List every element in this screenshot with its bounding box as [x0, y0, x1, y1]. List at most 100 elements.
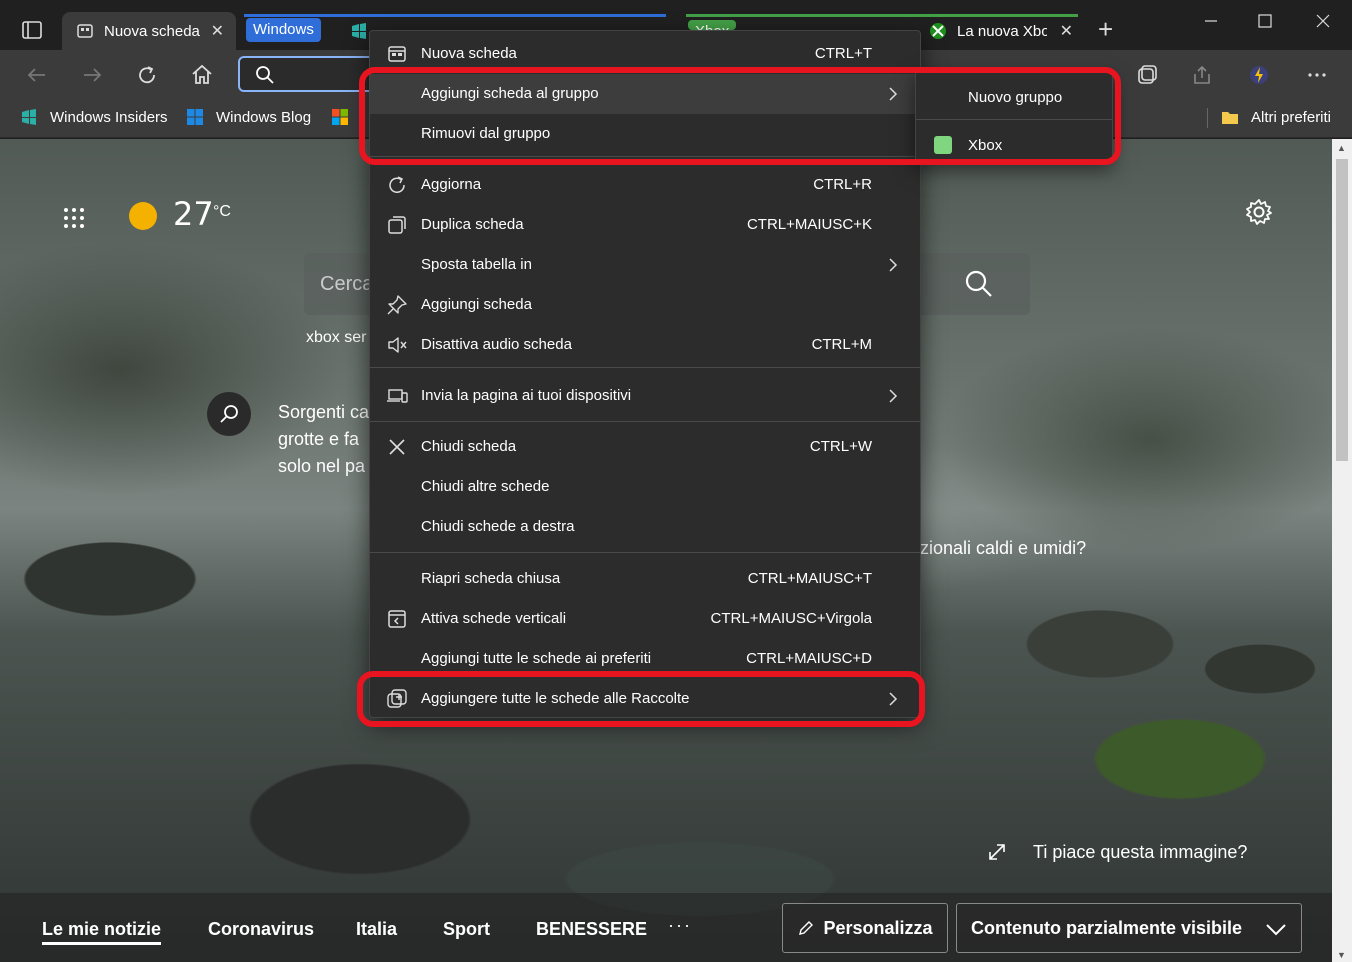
submenu-separator	[916, 119, 1112, 120]
new-tab-favicon-icon	[77, 24, 93, 38]
menu-item-shortcut: CTRL+MAIUSC+D	[746, 650, 872, 667]
performance-icon[interactable]	[1248, 64, 1270, 86]
menu-item-move-tab[interactable]: Sposta tabella in	[370, 245, 920, 285]
page-scrollbar[interactable]: ▲ ▼	[1332, 139, 1352, 962]
share-icon[interactable]	[1191, 64, 1213, 86]
menu-item-label: Attiva schede verticali	[421, 610, 567, 627]
news-tab-benessere[interactable]: BENESSERE	[536, 919, 647, 940]
windows-insider-icon	[22, 109, 36, 125]
windows-logo-icon	[187, 109, 203, 125]
tab-windows-insider[interactable]	[336, 12, 368, 50]
menu-item-label: Disattiva audio scheda	[421, 336, 572, 353]
minimize-icon[interactable]	[1188, 6, 1234, 36]
search-icon[interactable]	[964, 269, 994, 299]
favorite-microsoft[interactable]	[331, 108, 361, 126]
menu-item-add-to-group[interactable]: Aggiungi scheda al gruppo	[370, 74, 920, 114]
trending-search-link[interactable]: xbox ser	[306, 329, 366, 347]
vertical-tabs-icon	[388, 610, 406, 628]
pencil-icon	[799, 921, 814, 935]
menu-item-refresh[interactable]: Aggiorna CTRL+R	[370, 165, 920, 205]
chevron-right-icon	[889, 389, 898, 403]
tab-new-tab[interactable]: Nuova scheda ✕	[62, 12, 236, 50]
tab-context-menu: Nuova scheda CTRL+T Aggiungi scheda al g…	[369, 30, 921, 718]
favorite-windows-insiders[interactable]: Windows Insiders	[20, 108, 168, 126]
tab-actions-icon[interactable]	[18, 16, 46, 44]
search-icon	[256, 66, 274, 84]
menu-item-close-tab[interactable]: Chiudi scheda CTRL+W	[370, 427, 920, 467]
pin-icon	[387, 295, 407, 315]
submenu-item-xbox-group[interactable]: Xbox	[916, 123, 1112, 167]
app-launcher-icon[interactable]	[62, 206, 86, 230]
more-options-icon[interactable]	[1306, 64, 1328, 86]
menu-item-close-other-tabs[interactable]: Chiudi altre schede	[370, 467, 920, 507]
chevron-right-icon	[889, 692, 898, 706]
menu-item-close-tabs-right[interactable]: Chiudi schede a destra	[370, 507, 920, 547]
menu-item-label: Invia la pagina ai tuoi dispositivi	[421, 387, 632, 404]
menu-item-add-all-to-collections[interactable]: Aggiungere tutte le schede alle Raccolte	[370, 679, 920, 719]
close-icon	[389, 439, 405, 455]
news-tab-coronavirus[interactable]: Coronavirus	[208, 919, 314, 940]
personalize-button[interactable]: Personalizza	[782, 903, 948, 953]
group-windows-label[interactable]: Windows	[246, 18, 321, 42]
menu-item-reopen-closed-tab[interactable]: Riapri scheda chiusa CTRL+MAIUSC+T	[370, 559, 920, 599]
menu-item-label: Duplica scheda	[421, 216, 524, 233]
menu-item-label: Chiudi schede a destra	[421, 518, 575, 535]
favorite-label: Windows Blog	[216, 108, 312, 126]
maximize-icon[interactable]	[1242, 6, 1288, 36]
tab-xbox[interactable]: La nuova Xbox ✕	[915, 12, 1085, 50]
menu-separator	[370, 421, 920, 422]
refresh-icon	[389, 176, 405, 193]
favorite-windows-blog[interactable]: Windows Blog	[186, 108, 311, 126]
personalize-label: Personalizza	[823, 917, 933, 938]
menu-item-mute-tab[interactable]: Disattiva audio scheda CTRL+M	[370, 325, 920, 365]
news-tab-italia[interactable]: Italia	[356, 919, 397, 940]
menu-item-label: Sposta tabella in	[421, 256, 532, 273]
forward-icon[interactable]	[79, 62, 105, 88]
image-fact-text[interactable]: Sorgenti ca grotte e fa solo nel pa	[278, 399, 378, 480]
group-xbox-label[interactable]: Xbox	[688, 20, 737, 30]
menu-item-remove-from-group[interactable]: Rimuovi dal gruppo	[370, 114, 920, 154]
like-image-prompt[interactable]: Ti piace questa immagine?	[1033, 842, 1247, 863]
window-close-icon[interactable]	[1300, 6, 1346, 36]
menu-item-vertical-tabs[interactable]: Attiva schede verticali CTRL+MAIUSC+Virg…	[370, 599, 920, 639]
chevron-down-icon	[1266, 924, 1286, 936]
collections-toolbar-icon[interactable]	[1136, 64, 1158, 86]
favorite-label: Windows Insiders	[50, 108, 168, 126]
news-more-icon[interactable]: ···	[668, 915, 692, 936]
menu-item-add-all-to-favorites[interactable]: Aggiungi tutte le schede ai preferiti CT…	[370, 639, 920, 679]
favorite-other-folder[interactable]: Altri preferiti	[1221, 108, 1331, 126]
image-fact-text-continued[interactable]: zionali caldi e umidi?	[920, 538, 1086, 559]
folder-icon	[1222, 112, 1238, 124]
expand-icon[interactable]	[986, 841, 1008, 863]
scroll-thumb[interactable]	[1336, 159, 1348, 461]
weather-temperature[interactable]: 27	[173, 195, 214, 233]
tab-close-icon[interactable]: ✕	[211, 21, 224, 41]
menu-item-label: Chiudi altre schede	[421, 478, 550, 495]
submenu-item-new-group[interactable]: Nuovo gruppo	[916, 75, 1112, 119]
menu-item-label: Aggiungi scheda al gruppo	[421, 85, 599, 102]
xbox-favicon-icon	[930, 23, 946, 39]
scroll-up-icon[interactable]: ▲	[1337, 143, 1346, 153]
new-tab-plus-icon[interactable]: +	[1098, 16, 1113, 42]
group-windows-indicator	[244, 14, 666, 17]
tab-close-icon[interactable]: ✕	[1060, 21, 1073, 41]
image-fact-button[interactable]	[207, 392, 251, 436]
address-bar[interactable]	[238, 56, 378, 92]
weather-sun-icon[interactable]	[129, 202, 157, 230]
menu-item-duplicate[interactable]: Duplica scheda CTRL+MAIUSC+K	[370, 205, 920, 245]
favorites-divider	[1207, 108, 1208, 128]
news-tab-my-news[interactable]: Le mie notizie	[42, 919, 162, 945]
scroll-down-icon[interactable]: ▼	[1337, 950, 1346, 960]
menu-item-shortcut: CTRL+M	[811, 336, 872, 353]
other-favorites-label: Altri preferiti	[1251, 108, 1332, 126]
news-tab-sport[interactable]: Sport	[443, 919, 490, 940]
refresh-icon[interactable]	[134, 62, 160, 88]
home-icon[interactable]	[189, 62, 215, 88]
menu-item-new-tab[interactable]: Nuova scheda CTRL+T	[370, 34, 920, 74]
content-visibility-dropdown[interactable]: Contenuto parzialmente visibile	[956, 903, 1302, 953]
back-icon[interactable]	[24, 62, 50, 88]
menu-item-send-to-devices[interactable]: Invia la pagina ai tuoi dispositivi	[370, 376, 920, 416]
gear-icon[interactable]	[1244, 197, 1274, 227]
menu-item-pin-tab[interactable]: Aggiungi scheda	[370, 285, 920, 325]
menu-item-shortcut: CTRL+W	[809, 438, 872, 455]
